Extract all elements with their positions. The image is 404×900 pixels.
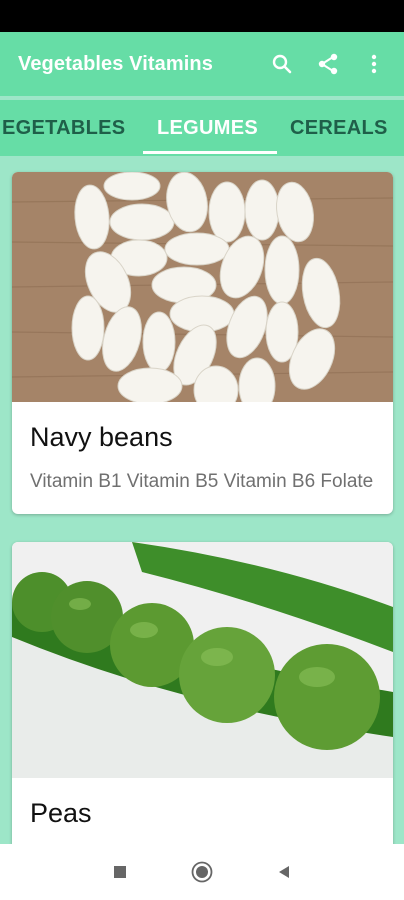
search-button[interactable] <box>262 44 302 84</box>
home-button[interactable] <box>190 860 214 884</box>
tab-vegetables[interactable]: EGETABLES <box>2 100 125 156</box>
card-description: Vitamin B1 Vitamin B5 Vitamin B6 Folate <box>30 471 374 492</box>
card-title: Navy beans <box>30 422 173 452</box>
card-navy-beans[interactable]: Navy beans Vitamin B1 Vitamin B5 Vitamin… <box>12 172 393 514</box>
recents-button[interactable] <box>108 860 132 884</box>
search-icon <box>272 54 292 74</box>
more-options-button[interactable] <box>354 44 394 84</box>
home-circle-icon <box>191 861 213 883</box>
app-bar: Vegetables Vitamins <box>0 32 404 96</box>
app-title: Vegetables Vitamins <box>18 52 213 75</box>
card-peas[interactable]: Peas <box>12 542 393 844</box>
more-vert-icon <box>371 54 377 74</box>
peas-image <box>12 542 393 778</box>
navy-beans-image <box>12 172 393 402</box>
tab-indicator <box>143 151 277 154</box>
tab-legumes[interactable]: LEGUMES <box>157 100 258 156</box>
tab-cereals[interactable]: CEREALS <box>290 100 388 156</box>
card-list: Navy beans Vitamin B1 Vitamin B5 Vitamin… <box>0 156 404 844</box>
recents-square-icon <box>114 866 126 878</box>
share-button[interactable] <box>308 44 348 84</box>
back-button[interactable] <box>272 860 296 884</box>
back-triangle-icon <box>279 866 289 878</box>
app-actions <box>256 44 394 84</box>
status-bar <box>0 0 404 32</box>
tab-bar: EGETABLES LEGUMES CEREALS <box>0 100 404 156</box>
share-icon <box>318 53 338 75</box>
navigation-bar <box>0 844 404 900</box>
card-title: Peas <box>30 798 92 828</box>
